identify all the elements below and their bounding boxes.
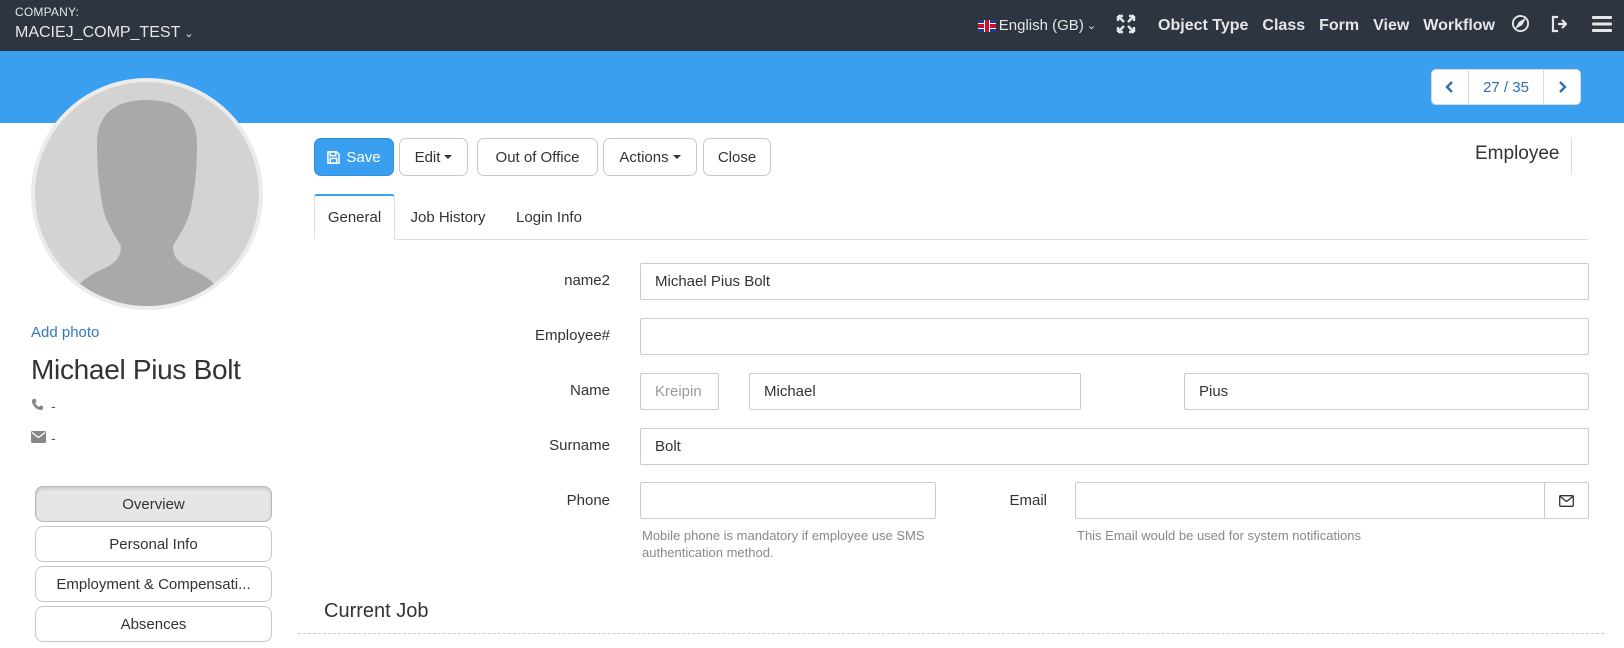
side-menu-overview[interactable]: Overview [35, 486, 272, 522]
employee-name: Michael Pius Bolt [31, 354, 241, 385]
record-count: 27 / 35 [1468, 70, 1544, 104]
chevron-down-icon: ⌄ [184, 28, 194, 40]
name-label: Name [569, 382, 610, 399]
email-value: - [51, 430, 56, 446]
phone-input[interactable] [640, 482, 936, 519]
nav-workflow[interactable]: Workflow [1423, 17, 1495, 35]
chevron-down-icon: ⌄ [1086, 20, 1097, 32]
actions-dropdown-button[interactable]: Actions [603, 138, 697, 176]
uk-flag-icon [977, 19, 996, 32]
envelope-icon [31, 430, 51, 446]
phone-value: - [51, 398, 56, 414]
add-photo-link[interactable]: Add photo [31, 324, 99, 341]
side-menu-personal-info[interactable]: Personal Info [35, 526, 272, 562]
close-button[interactable]: Close [703, 138, 771, 176]
name2-label: name2 [564, 272, 610, 289]
logout-icon[interactable] [1550, 15, 1570, 37]
phone-label: Phone [566, 492, 610, 509]
email-help-text: This Email would be used for system noti… [1077, 528, 1361, 543]
language-label: English (GB) [998, 17, 1084, 34]
caret-down-icon [444, 155, 453, 159]
avatar[interactable] [31, 78, 263, 310]
send-email-button[interactable] [1544, 482, 1589, 519]
employee-number-label: Employee# [534, 327, 610, 344]
middle-name-input[interactable]: Pius [1184, 373, 1589, 410]
person-silhouette-icon [65, 100, 229, 306]
compass-icon[interactable] [1511, 14, 1530, 37]
company-selector[interactable]: MACIEJ_COMP_TEST ⌄ [15, 24, 194, 42]
surname-input[interactable]: Bolt [640, 428, 1589, 465]
side-menu-absences[interactable]: Absences [35, 606, 272, 642]
next-record-button[interactable] [1544, 70, 1580, 104]
phone-icon [31, 398, 51, 414]
employee-number-input[interactable] [640, 318, 1589, 355]
company-label: COMPANY: [15, 5, 80, 19]
actions-label: Actions [619, 148, 669, 166]
chevron-right-icon [1559, 81, 1567, 93]
edit-label: Edit [414, 148, 441, 166]
name2-input[interactable]: Michael Pius Bolt [640, 263, 1589, 300]
section-divider [298, 633, 1604, 634]
save-label: Save [346, 148, 381, 166]
language-selector[interactable]: English (GB) ⌄ [977, 17, 1097, 34]
toolbar-divider [1571, 138, 1572, 174]
nav-form[interactable]: Form [1319, 17, 1359, 35]
tab-general[interactable]: General [314, 194, 395, 240]
chevron-left-icon [1445, 81, 1453, 93]
fullscreen-icon[interactable] [1116, 14, 1136, 38]
current-job-heading: Current Job [324, 600, 429, 622]
company-name: MACIEJ_COMP_TEST [15, 24, 181, 41]
prev-record-button[interactable] [1432, 70, 1468, 104]
surname-label: Surname [549, 437, 610, 454]
floppy-disk-icon [327, 150, 341, 164]
name-prefix-input[interactable]: Kreipin [640, 373, 719, 410]
email-row: - [31, 430, 56, 446]
phone-help-text: Mobile phone is mandatory if employee us… [642, 528, 925, 560]
tab-job-history[interactable]: Job History [403, 194, 493, 240]
tab-login-info[interactable]: Login Info [505, 194, 593, 240]
caret-down-icon [672, 155, 681, 159]
side-menu-employment-compensation[interactable]: Employment & Compensati... [35, 566, 272, 602]
record-pager: 27 / 35 [1431, 69, 1581, 105]
first-name-input[interactable]: Michael [749, 373, 1081, 410]
envelope-icon [1559, 494, 1574, 507]
save-button[interactable]: Save [314, 138, 394, 176]
nav-object-type[interactable]: Object Type [1158, 17, 1248, 35]
top-navbar: COMPANY: MACIEJ_COMP_TEST ⌄ English (GB) … [0, 0, 1624, 51]
email-label: Email [1009, 492, 1047, 509]
top-nav: English (GB) ⌄ Object Type Class Form Vi… [977, 0, 1624, 51]
nav-class[interactable]: Class [1262, 17, 1305, 35]
hamburger-menu-icon[interactable] [1592, 15, 1612, 37]
out-of-office-button[interactable]: Out of Office [477, 138, 598, 176]
email-input[interactable] [1075, 482, 1545, 519]
object-type-label: Employee [1475, 143, 1560, 164]
nav-view[interactable]: View [1373, 17, 1409, 35]
phone-row: - [31, 398, 56, 414]
edit-dropdown-button[interactable]: Edit [399, 138, 468, 176]
